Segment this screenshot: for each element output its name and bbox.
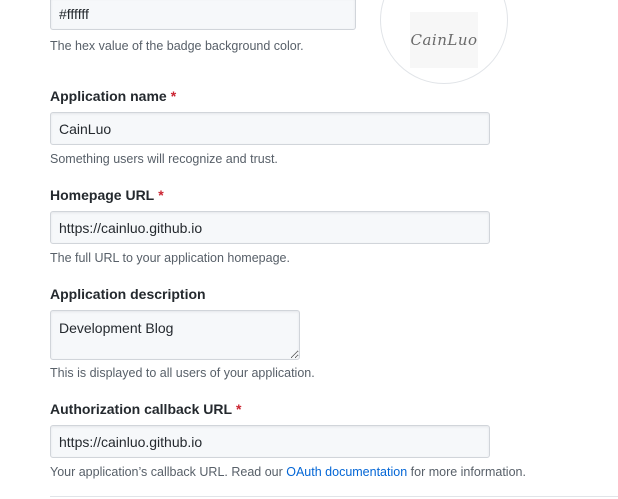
application-name-label-text: Application name bbox=[50, 88, 167, 104]
callback-url-note-suffix: for more information. bbox=[407, 465, 526, 479]
callback-url-label: Authorization callback URL * bbox=[50, 401, 241, 417]
application-description-label: Application description bbox=[50, 286, 206, 302]
callback-url-note-prefix: Your application’s callback URL. Read ou… bbox=[50, 465, 287, 479]
badge-logo-image: CainLuo bbox=[410, 12, 478, 68]
callback-url-label-text: Authorization callback URL bbox=[50, 401, 233, 417]
homepage-url-note: The full URL to your application homepag… bbox=[50, 251, 290, 265]
callback-url-input[interactable] bbox=[50, 425, 490, 458]
oauth-documentation-link[interactable]: OAuth documentation bbox=[286, 465, 407, 479]
badge-color-note: The hex value of the badge background co… bbox=[50, 39, 304, 53]
required-mark: * bbox=[236, 401, 242, 417]
homepage-url-label-text: Homepage URL bbox=[50, 187, 155, 203]
application-name-input[interactable] bbox=[50, 112, 490, 145]
application-description-label-text: Application description bbox=[50, 286, 206, 302]
application-name-note: Something users will recognize and trust… bbox=[50, 152, 278, 166]
homepage-url-input[interactable] bbox=[50, 211, 490, 244]
badge-preview: CainLuo bbox=[380, 0, 508, 84]
section-divider bbox=[50, 496, 618, 497]
required-mark: * bbox=[158, 187, 164, 203]
badge-color-input[interactable] bbox=[50, 0, 356, 30]
required-mark: * bbox=[170, 88, 177, 104]
application-name-label: Application name * bbox=[50, 88, 176, 104]
application-description-textarea[interactable]: Development Blog bbox=[50, 310, 300, 360]
homepage-url-label: Homepage URL * bbox=[50, 187, 164, 203]
application-description-note: This is displayed to all users of your a… bbox=[50, 366, 315, 380]
callback-url-note: Your application’s callback URL. Read ou… bbox=[50, 465, 526, 479]
